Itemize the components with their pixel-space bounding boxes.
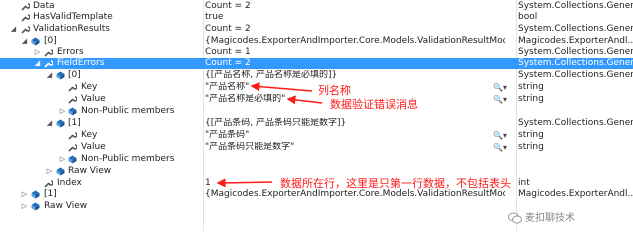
wechat-icon	[508, 212, 522, 224]
annotation-arrows	[216, 82, 323, 188]
arrow-row-index	[216, 178, 273, 188]
arrow-column-name	[250, 82, 313, 92]
watermark-text: 麦扣聊技术	[525, 213, 575, 224]
annotation-validation-message: 数据验证错误消息	[330, 98, 418, 111]
arrow-validation-message	[286, 95, 323, 105]
watermark: 麦扣聊技术	[508, 211, 575, 227]
annotation-row-index: 数据所在行，这里是只第一行数据，不包括表头	[280, 177, 511, 190]
